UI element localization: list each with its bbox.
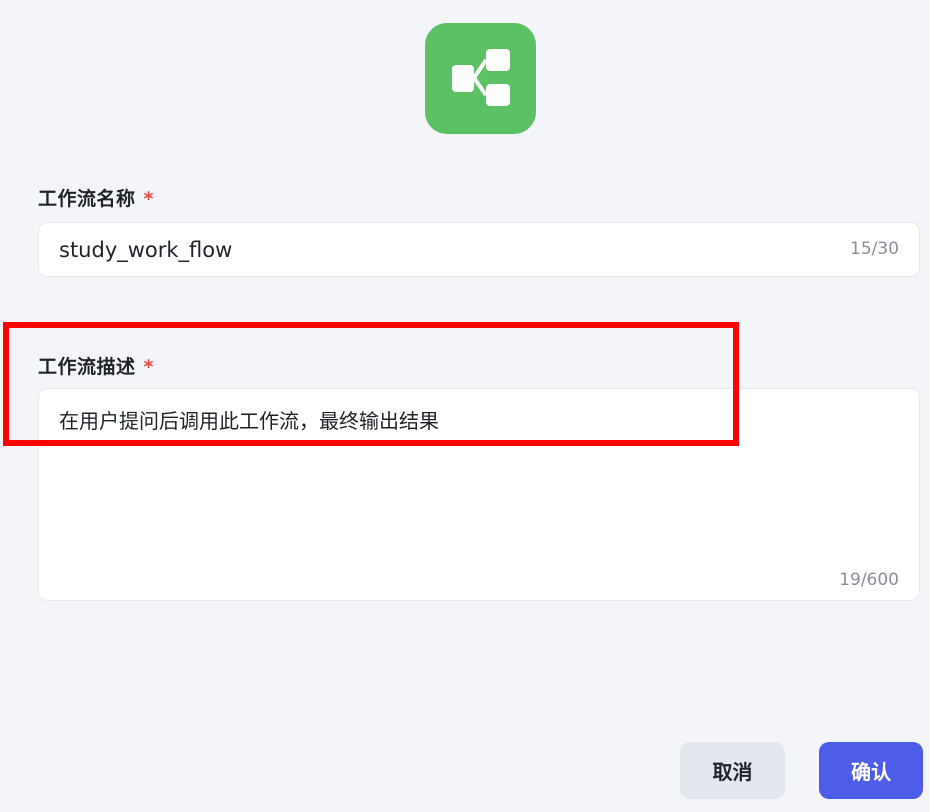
workflow-icon-glyph <box>452 49 510 106</box>
required-mark: * <box>143 188 154 210</box>
workflow-description-label: 工作流描述 * <box>38 352 154 379</box>
workflow-description-char-count: 19/600 <box>839 570 899 590</box>
workflow-name-input[interactable] <box>59 223 819 276</box>
workflow-name-label-text: 工作流名称 <box>38 188 136 210</box>
workflow-name-char-count: 15/30 <box>850 239 899 259</box>
workflow-description-field[interactable]: 在用户提问后调用此工作流，最终输出结果 19/600 <box>38 388 920 601</box>
cancel-button[interactable]: 取消 <box>680 742 785 799</box>
workflow-name-field[interactable]: 15/30 <box>38 222 920 277</box>
workflow-icon <box>425 23 536 134</box>
workflow-description-label-text: 工作流描述 <box>38 356 136 378</box>
required-mark: * <box>143 356 154 378</box>
workflow-description-textarea[interactable]: 在用户提问后调用此工作流，最终输出结果 <box>59 406 879 556</box>
workflow-name-label: 工作流名称 * <box>38 184 154 211</box>
confirm-button[interactable]: 确认 <box>819 742 923 799</box>
